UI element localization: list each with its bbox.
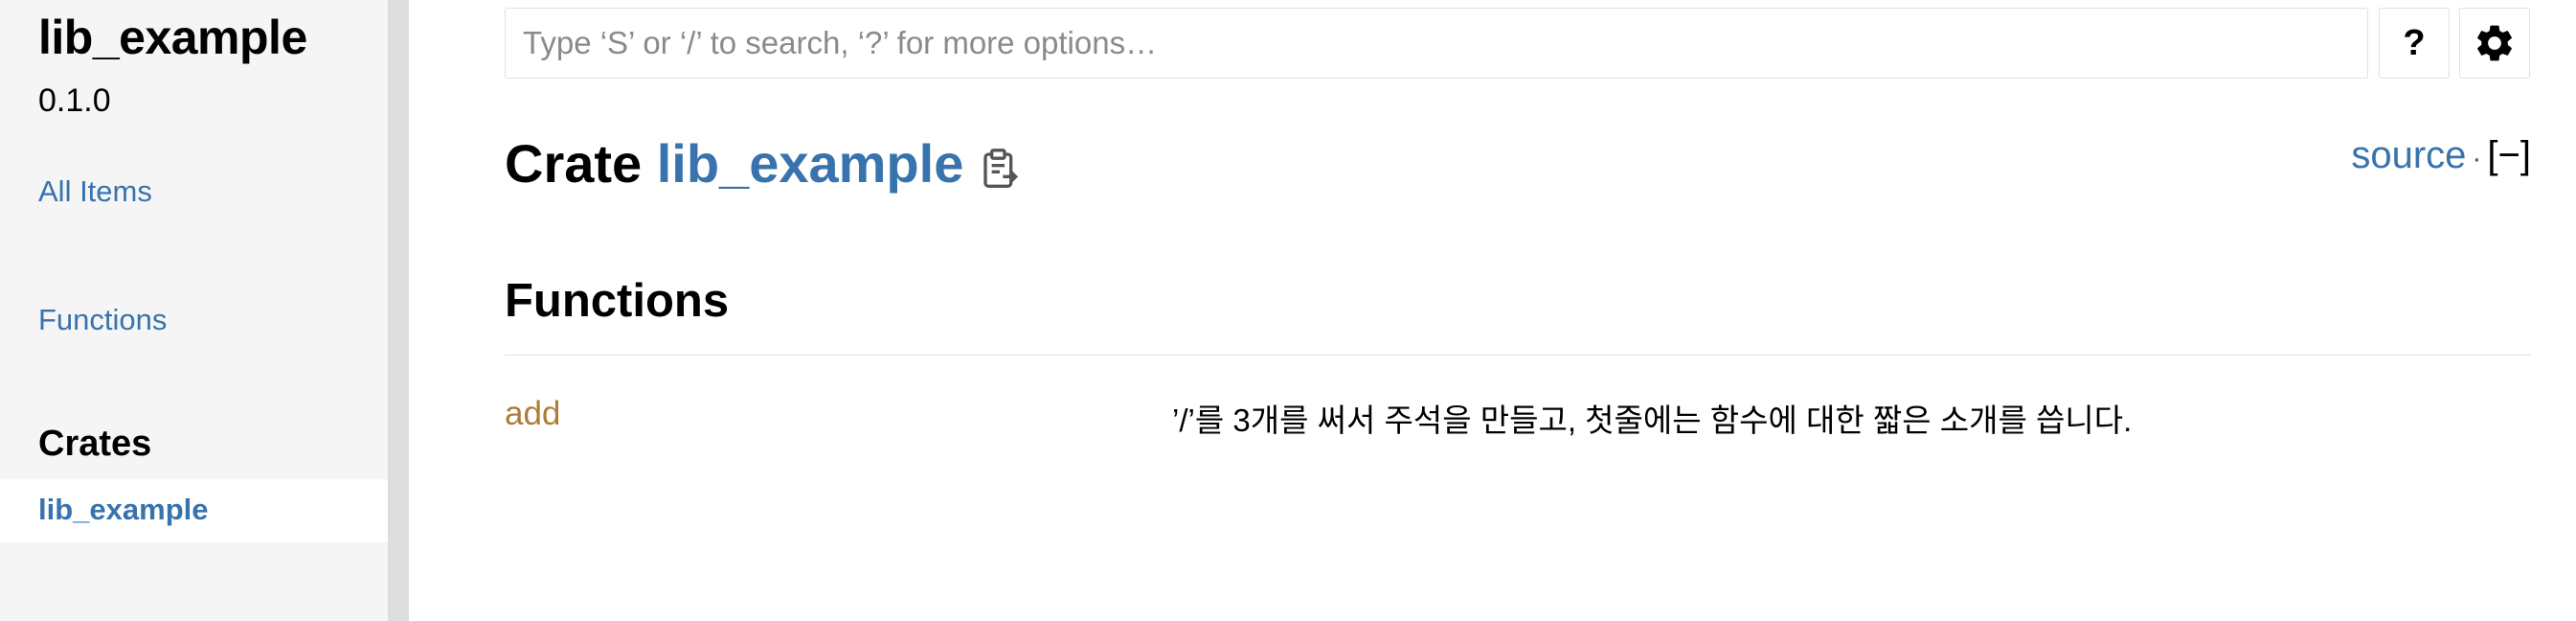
sidebar: lib_example 0.1.0 All Items Functions Cr… [0, 0, 388, 621]
page-title-prefix: Crate [505, 133, 657, 194]
sidebar-item-all-items[interactable]: All Items [38, 174, 152, 209]
sidebar-resizer[interactable] [388, 0, 409, 621]
page-title: Crate lib_example [505, 132, 963, 195]
function-description: ’/’를 3개를 써서 주석을 만들고, 첫줄에는 함수에 대한 짧은 소개를 … [1172, 402, 2133, 438]
sidebar-item-functions[interactable]: Functions [38, 303, 167, 337]
out-of-band: source · [−] [2351, 134, 2531, 177]
crate-version: 0.1.0 [38, 82, 111, 119]
page-title-crate-link[interactable]: lib_example [657, 133, 964, 194]
separator-dot: · [2472, 143, 2482, 174]
section-heading-functions[interactable]: Functions [505, 274, 729, 328]
collapse-toggle[interactable]: [−] [2487, 134, 2531, 176]
help-button[interactable]: ? [2379, 8, 2450, 79]
search-input[interactable] [505, 8, 2368, 79]
sidebar-crate-item-label[interactable]: lib_example [38, 493, 208, 527]
section-divider [505, 355, 2531, 356]
gear-icon [2477, 25, 2512, 61]
sidebar-crates-heading: Crates [38, 424, 152, 464]
source-link[interactable]: source [2351, 134, 2466, 176]
function-link-add[interactable]: add [505, 395, 560, 433]
clipboard-icon[interactable] [981, 148, 1019, 190]
help-button-label: ? [2403, 22, 2426, 63]
sidebar-crate-item[interactable]: lib_example [0, 479, 388, 542]
settings-button[interactable] [2459, 8, 2530, 79]
sidebar-crate-name[interactable]: lib_example [38, 10, 307, 65]
